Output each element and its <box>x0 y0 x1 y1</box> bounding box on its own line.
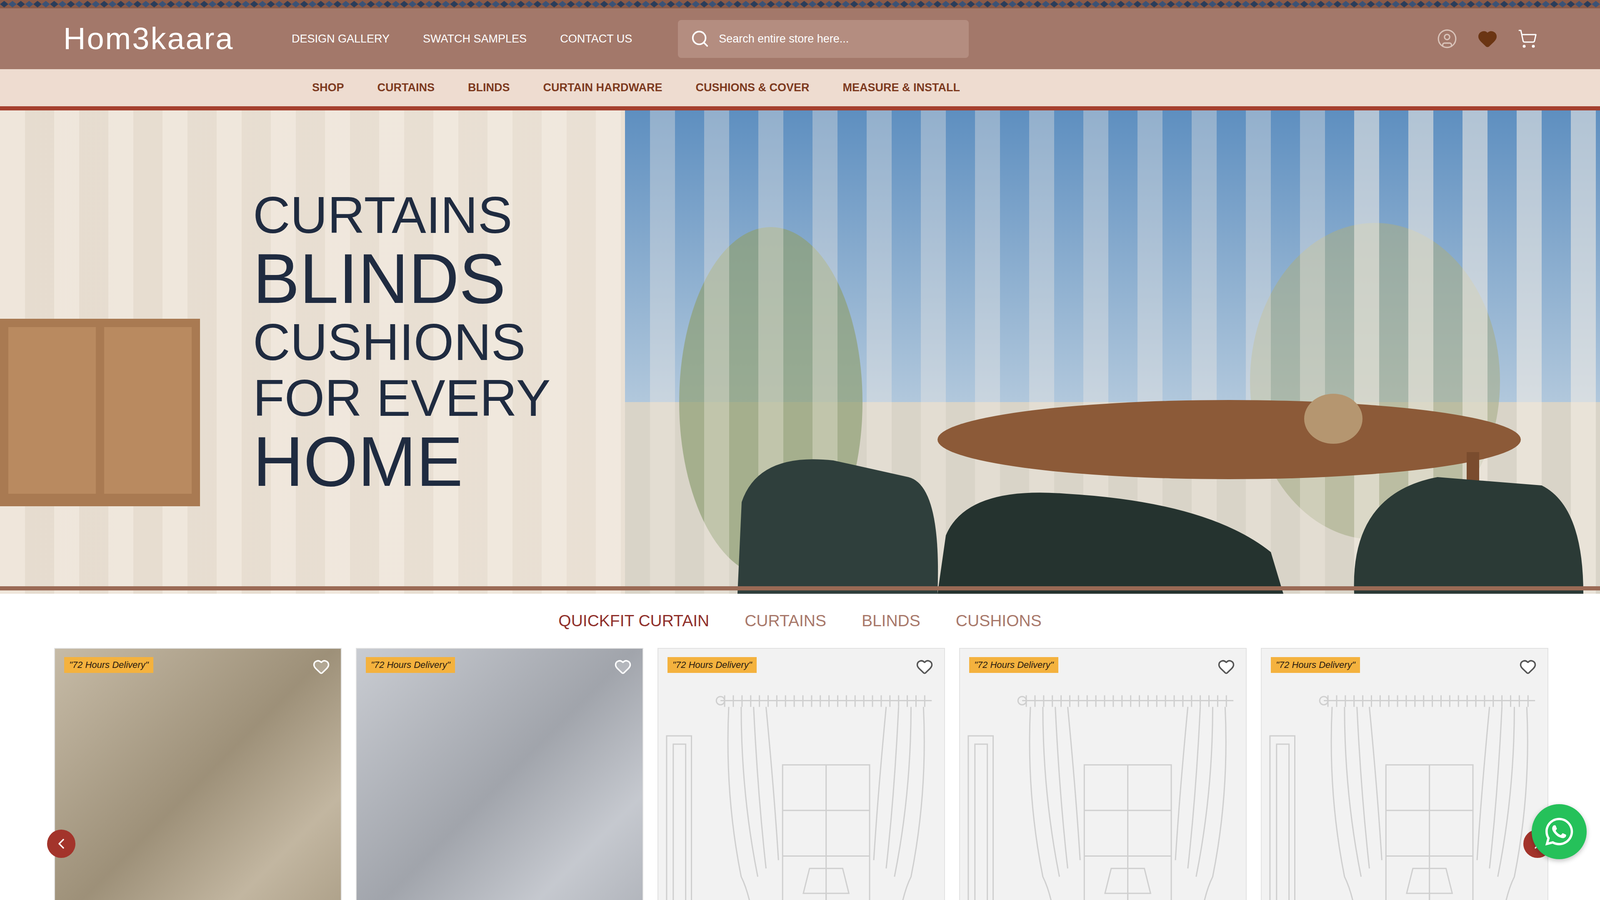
heart-icon <box>915 657 934 676</box>
top-nav-link[interactable]: SWATCH SAMPLES <box>422 30 527 48</box>
delivery-badge: "72 Hours Delivery" <box>365 657 455 673</box>
top-nav-link[interactable]: DESIGN GALLERY <box>291 30 390 48</box>
heart-icon <box>614 657 632 676</box>
product-carousel: "72 Hours Delivery" "72 Hours Delivery" "7… <box>0 647 1600 900</box>
heart-icon <box>312 657 330 676</box>
hero-line: HOME <box>252 426 1600 498</box>
category-link[interactable]: CUSHIONS & COVER <box>695 79 810 97</box>
heart-icon <box>1519 657 1537 676</box>
hero-line: CUSHIONS <box>252 314 1600 371</box>
wishlist-button[interactable] <box>612 656 634 678</box>
chevron-left-icon <box>52 835 70 853</box>
product-tabs: QUICKFIT CURTAIN CURTAINS BLINDS CUSHIONS <box>0 593 1600 648</box>
top-nav: DESIGN GALLERY SWATCH SAMPLES CONTACT US <box>291 30 633 48</box>
wishlist-button[interactable] <box>914 656 935 678</box>
fabric-swatch <box>356 648 643 900</box>
wishlist-button[interactable] <box>310 656 332 678</box>
delivery-badge: "72 Hours Delivery" <box>667 657 757 673</box>
carousel-prev[interactable] <box>47 829 76 858</box>
pattern-strip-icon <box>0 0 1600 9</box>
header-icons <box>1436 28 1538 50</box>
product-card[interactable]: "72 Hours Delivery" <box>1260 647 1549 900</box>
category-link[interactable]: MEASURE & INSTALL <box>842 79 961 97</box>
hero-line: CURTAINS <box>252 187 1600 244</box>
cart-icon[interactable] <box>1517 28 1538 49</box>
product-card[interactable]: "72 Hours Delivery" <box>355 647 644 900</box>
product-row: "72 Hours Delivery" "72 Hours Delivery" "7… <box>0 647 1600 900</box>
page: Hom3kaaraDESIGN GALLERY SWATCH SAMPLES CON… <box>0 0 1600 900</box>
whatsapp-icon <box>1543 815 1575 848</box>
product-tab[interactable]: QUICKFIT CURTAIN <box>558 608 710 634</box>
delivery-badge: "72 Hours Delivery" <box>1270 657 1360 673</box>
category-link[interactable]: CURTAINS <box>377 79 435 97</box>
heart-icon <box>1217 657 1235 676</box>
fabric-swatch <box>55 648 341 900</box>
search-box[interactable]: Search entire store here... <box>677 20 969 58</box>
product-tab[interactable]: CUSHIONS <box>955 608 1042 634</box>
category-link[interactable]: BLINDS <box>467 79 510 97</box>
hero-photo-icon <box>0 110 1600 594</box>
delivery-badge: "72 Hours Delivery" <box>64 657 154 673</box>
curtain-sketch-icon <box>1261 648 1548 900</box>
wishlist-icon[interactable] <box>1477 28 1498 49</box>
category-link[interactable]: CURTAIN HARDWARE <box>543 79 663 97</box>
wishlist-button[interactable] <box>1517 656 1539 678</box>
search-icon <box>690 29 710 49</box>
hero-heading: CURTAINSBLINDSCUSHIONSFOR EVERYHOME <box>0 110 1600 498</box>
product-card[interactable]: "72 Hours Delivery" <box>54 647 342 900</box>
product-tab[interactable]: CURTAINS <box>744 608 827 634</box>
product-card[interactable]: "72 Hours Delivery" <box>959 647 1247 900</box>
hero-line: FOR EVERY <box>252 370 1600 427</box>
search-placeholder: Search entire store here... <box>718 30 849 48</box>
nav-divider <box>0 106 1600 111</box>
category-link[interactable]: SHOP <box>312 79 345 97</box>
whatsapp-button[interactable] <box>1531 804 1587 860</box>
account-icon[interactable] <box>1436 28 1458 50</box>
curtain-sketch-icon <box>658 648 945 900</box>
category-nav: SHOP CURTAINS BLINDS CURTAIN HARDWARE CUSHIO… <box>0 69 1600 107</box>
logo[interactable]: Hom3kaara <box>63 23 292 55</box>
hero-line: BLINDS <box>252 243 1600 315</box>
wishlist-button[interactable] <box>1215 656 1237 678</box>
hero-banner[interactable]: CURTAINSBLINDSCUSHIONSFOR EVERYHOME <box>0 110 1600 594</box>
hero-bottom-line <box>0 586 1600 591</box>
header: Hom3kaaraDESIGN GALLERY SWATCH SAMPLES CON… <box>0 8 1600 70</box>
product-tab[interactable]: BLINDS <box>861 608 921 634</box>
top-nav-link[interactable]: CONTACT US <box>560 30 633 48</box>
delivery-badge: "72 Hours Delivery" <box>969 657 1059 673</box>
curtain-sketch-icon <box>960 648 1246 900</box>
product-card[interactable]: "72 Hours Delivery" <box>657 647 945 900</box>
